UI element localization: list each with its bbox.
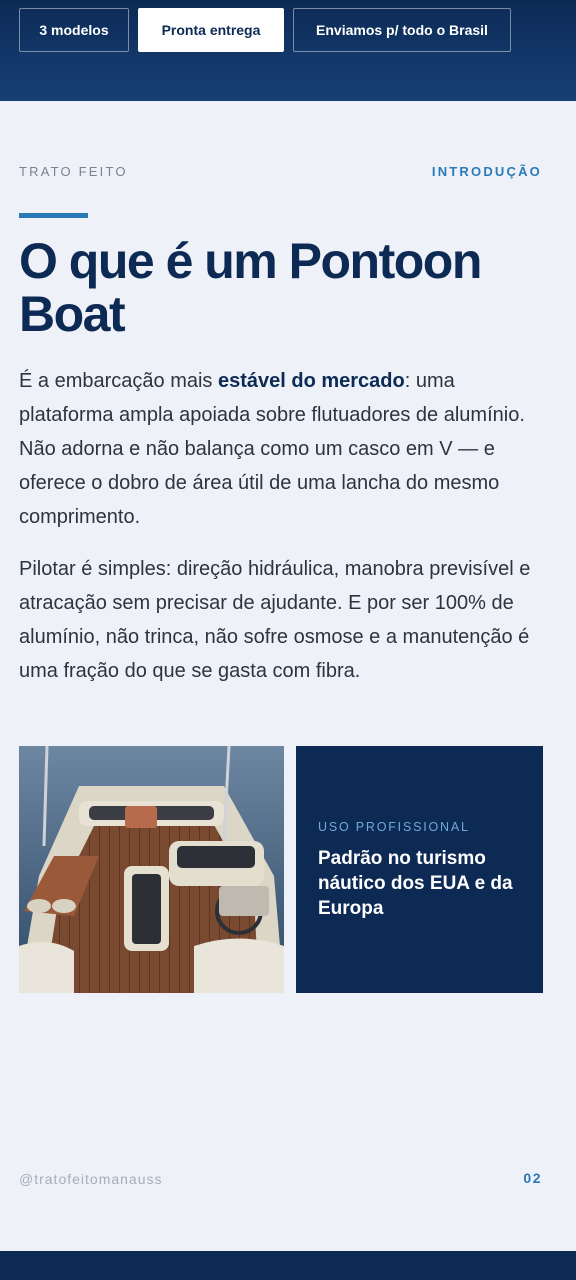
boat-deck-photo (19, 746, 284, 993)
intro-text-end: : uma plataforma ampla apoiada sobre flu… (19, 370, 525, 528)
tab-envio-brasil[interactable]: Enviamos p/ todo o Brasil (293, 8, 511, 52)
card-title: Padrão no turismo náutico dos EUA e da E… (318, 848, 513, 919)
top-banner: 3 modelos Pronta entrega Enviamos p/ tod… (0, 0, 576, 101)
professional-use-card: USO PROFISSIONAL Padrão no turismo náuti… (296, 746, 543, 993)
accent-divider (19, 213, 88, 218)
tab-pronta-entrega[interactable]: Pronta entrega (138, 8, 284, 52)
brand-label: TRATO FEITO (19, 164, 128, 179)
bottom-bar (0, 1251, 576, 1280)
intro-paragraph: É a embarcação mais estável do mercado: … (19, 364, 549, 534)
intro-text-start: É a embarcação mais (19, 370, 218, 392)
tab-3-modelos[interactable]: 3 modelos (19, 8, 129, 52)
piloting-paragraph: Pilotar é simples: direção hidráulica, m… (19, 558, 531, 682)
card-label: USO PROFISSIONAL (318, 820, 470, 834)
page-number: 02 (523, 1170, 542, 1186)
instagram-handle[interactable]: @tratofeitomanauss (19, 1171, 163, 1187)
intro-highlight: estável do mercado (217, 370, 405, 392)
slide-page: TRATO FEITO INTRODUÇÃO O que é um Pontoo… (0, 101, 576, 1251)
page-title: O que é um Pontoon Boat (19, 233, 482, 342)
section-label: INTRODUÇÃO (431, 164, 542, 179)
